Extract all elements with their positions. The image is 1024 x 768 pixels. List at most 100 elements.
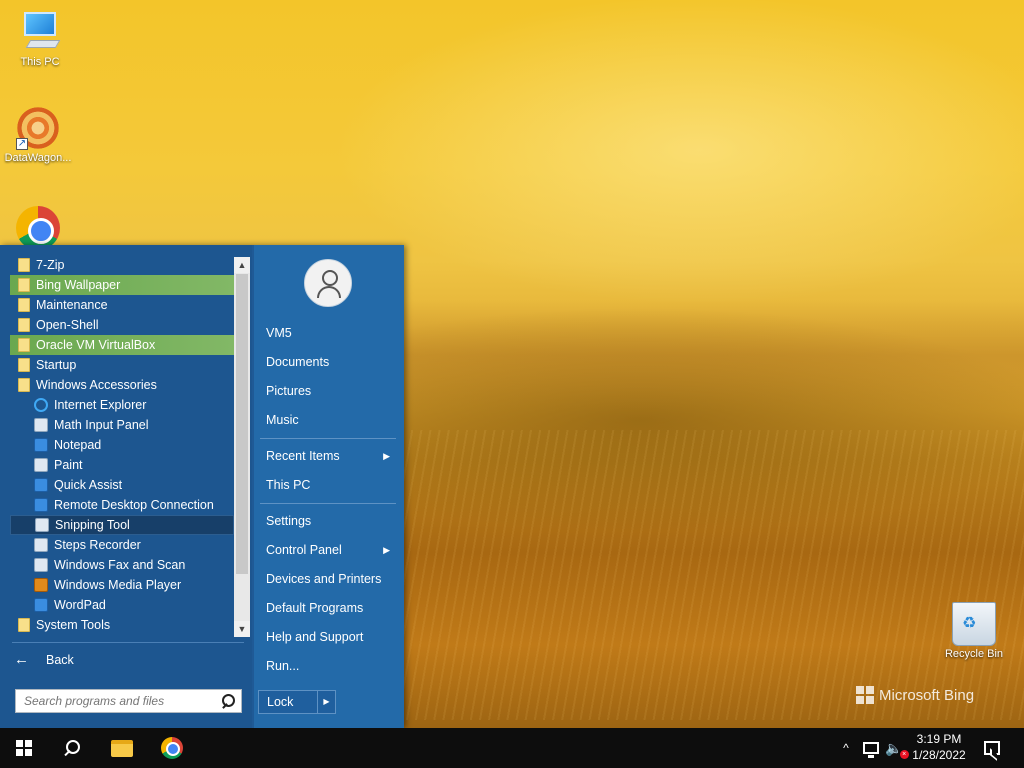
desktop-icon-label: Recycle Bin — [944, 648, 1004, 660]
program-item[interactable]: Windows Accessories — [10, 375, 234, 395]
bing-watermark-text: Microsoft Bing — [879, 686, 975, 704]
places-pictures[interactable]: Pictures — [260, 380, 396, 402]
program-item-label: Windows Fax and Scan — [54, 558, 186, 572]
program-item[interactable]: Bing Wallpaper — [10, 275, 234, 295]
program-item[interactable]: Windows Media Player — [10, 575, 234, 595]
start-menu: 7-Zip Bing Wallpaper Maintenance Open-Shell… — [0, 245, 404, 728]
places-music[interactable]: Music — [260, 409, 396, 431]
search-input[interactable] — [24, 694, 214, 708]
places-settings[interactable]: Settings — [260, 510, 396, 532]
scroll-thumb[interactable] — [236, 274, 248, 574]
user-name-link[interactable]: VM5 — [260, 322, 396, 344]
program-item[interactable]: Open-Shell — [10, 315, 234, 335]
program-list: 7-Zip Bing Wallpaper Maintenance Open-Shell… — [10, 255, 234, 637]
places-run[interactable]: Run... — [260, 655, 396, 677]
places-devices-printers[interactable]: Devices and Printers — [260, 568, 396, 590]
desktop-icon-datawagon[interactable]: ↗ DataWagon... — [0, 106, 76, 164]
lock-button[interactable]: Lock ▶ — [258, 690, 336, 714]
scroll-down-button[interactable]: ▼ — [234, 621, 250, 637]
program-item-label: Oracle VM VirtualBox — [36, 338, 156, 352]
folder-icon — [18, 278, 30, 292]
start-button[interactable] — [0, 728, 48, 768]
program-item-label: Open-Shell — [36, 318, 99, 332]
taskbar-search-button[interactable] — [48, 728, 96, 768]
program-item[interactable]: Snipping Tool — [10, 515, 234, 535]
tray-overflow-button[interactable]: ^ — [836, 728, 856, 768]
program-item-label: Windows Media Player — [54, 578, 182, 592]
app-star-icon: ↗ — [16, 106, 60, 150]
program-item-label: Math Input Panel — [54, 418, 149, 432]
steps-recorder-icon — [34, 538, 48, 552]
places-control-panel-label: Control Panel — [266, 543, 342, 557]
desktop-icon-label: This PC — [20, 56, 60, 68]
folder-icon — [18, 618, 30, 632]
places-recent-items[interactable]: Recent Items ▶ — [260, 445, 396, 467]
chrome-icon — [16, 206, 60, 250]
back-button[interactable]: ← Back — [14, 650, 74, 670]
places-this-pc[interactable]: This PC — [260, 474, 396, 496]
program-item-label: Notepad — [54, 438, 102, 452]
program-item[interactable]: Internet Explorer — [10, 395, 234, 415]
places-control-panel[interactable]: Control Panel ▶ — [260, 539, 396, 561]
chevron-right-icon: ▶ — [383, 451, 390, 461]
taskbar-file-explorer[interactable] — [98, 728, 146, 768]
program-item[interactable]: Notepad — [10, 435, 234, 455]
program-item[interactable]: WordPad — [10, 595, 234, 615]
desktop-icon-label: DataWagon... — [4, 152, 72, 164]
search-icon[interactable] — [221, 694, 235, 708]
windows-tiles-icon — [856, 686, 874, 704]
program-item-label: System Tools — [36, 618, 111, 632]
fax-scan-icon — [34, 558, 48, 572]
places-separator — [260, 438, 396, 439]
clock-date: 1/28/2022 — [912, 748, 966, 762]
user-avatar[interactable] — [304, 259, 352, 307]
program-list-scrollbar[interactable]: ▲ ▼ — [234, 257, 250, 637]
remote-desktop-icon — [34, 498, 48, 512]
program-item-label: WordPad — [54, 598, 106, 612]
file-explorer-icon — [111, 739, 133, 757]
recycle-bin-icon: ♻ — [952, 602, 996, 646]
paint-icon — [34, 458, 48, 472]
program-item-label: Startup — [36, 358, 77, 372]
program-item-label: 7-Zip — [36, 258, 65, 272]
lock-label: Lock — [267, 695, 294, 709]
folder-icon — [18, 358, 30, 372]
places-documents[interactable]: Documents — [260, 351, 396, 373]
search-icon — [64, 740, 80, 756]
program-item[interactable]: Oracle VM VirtualBox — [10, 335, 234, 355]
program-item[interactable]: Paint — [10, 455, 234, 475]
program-item[interactable]: Steps Recorder — [10, 535, 234, 555]
program-item-label: Windows Accessories — [36, 378, 157, 392]
folder-icon — [18, 258, 30, 272]
action-center-button[interactable] — [980, 728, 1004, 768]
back-arrow-icon: ← — [14, 651, 29, 668]
scroll-up-button[interactable]: ▲ — [234, 257, 250, 273]
program-item[interactable]: Quick Assist — [10, 475, 234, 495]
shutdown-options-arrow[interactable]: ▶ — [317, 691, 335, 713]
program-item[interactable]: Remote Desktop Connection — [10, 495, 234, 515]
taskbar: ^ 🔈 × 3:19 PM 1/28/2022 — [0, 728, 1024, 768]
program-item[interactable]: Maintenance — [10, 295, 234, 315]
program-item[interactable]: Math Input Panel — [10, 415, 234, 435]
chevron-right-icon: ▶ — [383, 545, 390, 555]
program-item[interactable]: 7-Zip — [10, 255, 234, 275]
places-default-programs[interactable]: Default Programs — [260, 597, 396, 619]
taskbar-clock[interactable]: 3:19 PM 1/28/2022 — [904, 731, 974, 763]
program-item[interactable]: System Tools — [10, 615, 234, 635]
program-item-label: Quick Assist — [54, 478, 123, 492]
search-box[interactable] — [15, 689, 242, 713]
desktop-icon-this-pc[interactable]: This PC — [2, 10, 78, 68]
program-item[interactable]: Startup — [10, 355, 234, 375]
program-item[interactable]: Windows Fax and Scan — [10, 555, 234, 575]
back-label: Back — [46, 653, 74, 667]
folder-icon — [18, 338, 30, 352]
desktop-icon-recycle-bin[interactable]: ♻ Recycle Bin — [936, 602, 1012, 660]
snipping-tool-icon — [35, 518, 49, 532]
media-player-icon — [34, 578, 48, 592]
volume-button[interactable]: 🔈 × — [884, 728, 909, 768]
chevron-up-icon: ^ — [843, 741, 849, 755]
program-item-label: Bing Wallpaper — [36, 278, 121, 292]
network-button[interactable] — [860, 728, 882, 768]
taskbar-chrome[interactable] — [148, 728, 196, 768]
places-help-support[interactable]: Help and Support — [260, 626, 396, 648]
